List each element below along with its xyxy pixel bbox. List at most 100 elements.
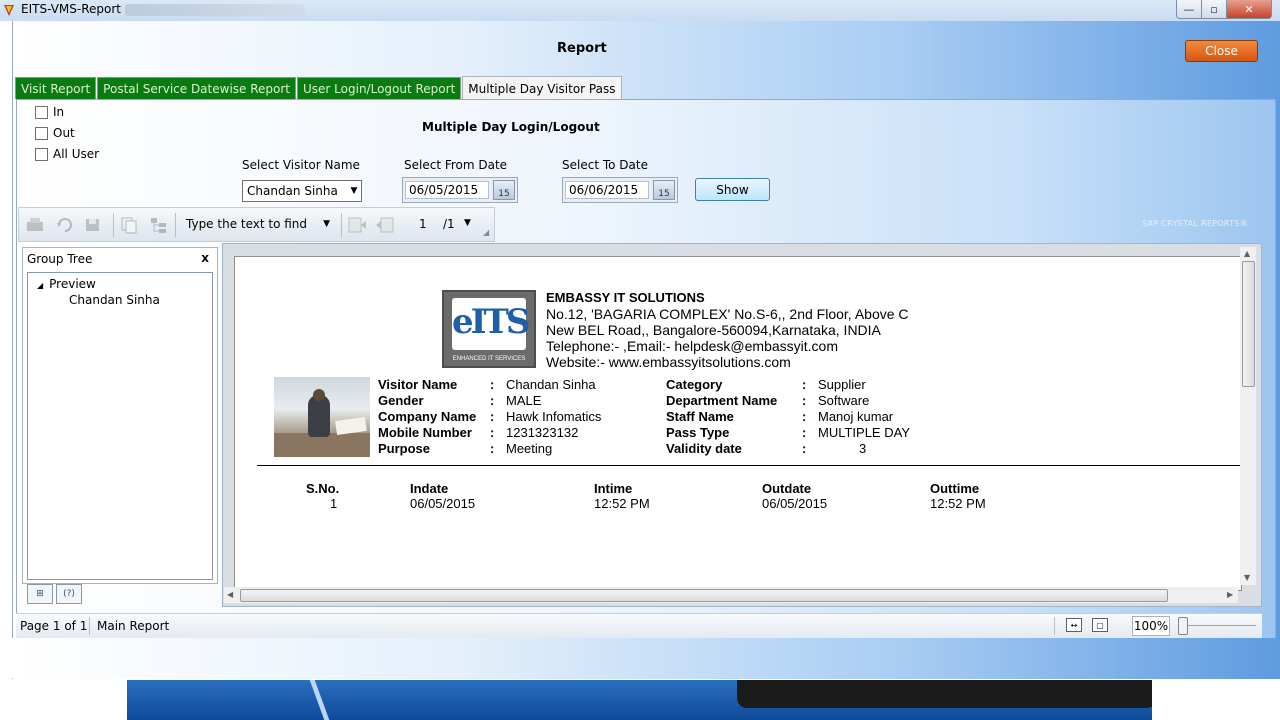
- from-date-input[interactable]: 06/05/2015: [405, 181, 489, 199]
- zoom-slider-track[interactable]: [1181, 625, 1256, 626]
- scroll-left-icon[interactable]: ◀: [227, 590, 233, 599]
- checkbox-all-label: All User: [53, 147, 100, 161]
- maximize-button[interactable]: ▫: [1201, 0, 1227, 19]
- field-colon: :: [490, 441, 495, 456]
- desktop-wallpaper-strip: [127, 680, 1152, 720]
- find-input[interactable]: Type the text to find ▼: [179, 214, 336, 234]
- status-bar: Page 1 of 1 Main Report ↔ ▢ 100%: [16, 613, 1262, 638]
- field-label: Category: [666, 377, 723, 392]
- group-tree-close-button[interactable]: x: [201, 251, 209, 265]
- checkbox-box[interactable]: [35, 105, 48, 119]
- first-page-icon[interactable]: [347, 216, 367, 234]
- calendar-icon[interactable]: 15: [493, 180, 515, 200]
- chevron-down-icon[interactable]: ▼: [464, 218, 471, 228]
- field-colon: :: [802, 393, 807, 408]
- copy-icon[interactable]: [119, 216, 139, 234]
- checkbox-box[interactable]: [35, 126, 48, 140]
- refresh-icon[interactable]: [55, 216, 75, 234]
- horizontal-scroll-thumb[interactable]: [240, 589, 1168, 602]
- table-cell: 06/05/2015: [410, 496, 476, 511]
- table-cell: 12:52 PM: [930, 496, 986, 511]
- group-tree-panel: Group Tree x ◢ Preview Chandan Sinha: [22, 247, 218, 584]
- vertical-scroll-thumb[interactable]: [1242, 261, 1255, 387]
- calendar-icon[interactable]: 15: [653, 180, 675, 200]
- status-divider: [89, 617, 90, 635]
- checkbox-in-label: In: [53, 105, 65, 119]
- toolbar-divider: [113, 213, 114, 237]
- visitor-photo: [274, 377, 370, 457]
- status-report-name: Main Report: [97, 619, 170, 633]
- scroll-down-icon[interactable]: ▼: [1244, 573, 1250, 582]
- table-cell: 12:52 PM: [594, 496, 650, 511]
- vertical-scrollbar[interactable]: ▲ ▼: [1240, 247, 1256, 585]
- table-header: Outtime: [930, 481, 980, 496]
- tab-user-login-logout[interactable]: User Login/Logout Report: [297, 77, 462, 99]
- tab-postal-service[interactable]: Postal Service Datewise Report: [97, 77, 297, 99]
- app-logo-icon: [4, 5, 14, 16]
- find-placeholder: Type the text to find: [186, 217, 308, 231]
- show-button[interactable]: Show: [695, 178, 770, 201]
- toolbar-resize-grip-icon[interactable]: ◢: [483, 228, 489, 237]
- fit-page-icon[interactable]: ▢: [1092, 618, 1108, 632]
- crystal-reports-brand: SAP CRYSTAL REPORTS®: [1142, 219, 1249, 228]
- fit-width-icon[interactable]: ↔: [1066, 618, 1082, 632]
- keyboard-image: [737, 680, 1152, 708]
- tree-expand-icon[interactable]: ◢: [37, 281, 43, 290]
- tab-multiple-day-visitor-pass[interactable]: Multiple Day Visitor Pass: [462, 76, 622, 100]
- from-date-picker[interactable]: 06/05/2015 15: [402, 177, 518, 203]
- close-button[interactable]: Close: [1185, 40, 1258, 62]
- page-number-input[interactable]: 1: [419, 217, 427, 231]
- chevron-down-icon[interactable]: ▼: [347, 186, 361, 196]
- company-logo: eITS ENHANCED IT SERVICES: [442, 290, 536, 368]
- group-tree-tab-button[interactable]: ⊞: [27, 584, 53, 604]
- window-titlebar: EITS-VMS-Report — ▫ ✕: [0, 0, 1280, 21]
- to-date-input[interactable]: 06/06/2015: [565, 181, 649, 199]
- zoom-slider-thumb[interactable]: [1178, 617, 1188, 635]
- report-tabs: Visit Report Postal Service Datewise Rep…: [15, 76, 623, 100]
- window-title: EITS-VMS-Report: [21, 2, 121, 16]
- field-value: Chandan Sinha: [506, 377, 596, 392]
- from-date-label: Select From Date: [404, 158, 508, 172]
- scroll-up-icon[interactable]: ▲: [1244, 249, 1250, 258]
- scroll-right-icon[interactable]: ▶: [1227, 590, 1233, 599]
- page-title: Report: [557, 41, 607, 56]
- field-colon: :: [802, 377, 807, 392]
- parameter-panel-button[interactable]: (?): [56, 584, 82, 604]
- minimize-icon: —: [1183, 2, 1195, 16]
- window-title-blurred: [125, 4, 305, 16]
- logo-subtext: ENHANCED IT SERVICES: [452, 356, 526, 362]
- checkbox-in[interactable]: In: [35, 105, 64, 119]
- horizontal-scrollbar[interactable]: ◀ ▶: [224, 587, 1238, 603]
- page-count: /1: [443, 217, 455, 231]
- tree-node-visitor[interactable]: Chandan Sinha: [69, 293, 160, 307]
- export-icon[interactable]: [25, 216, 45, 234]
- zoom-level[interactable]: 100%: [1132, 616, 1170, 636]
- minimize-button[interactable]: —: [1176, 0, 1202, 19]
- checkbox-out[interactable]: Out: [35, 126, 75, 140]
- field-value: Meeting: [506, 441, 553, 456]
- report-toolbar: Type the text to find ▼ 1 /1 ▼ ◢: [18, 207, 495, 242]
- field-value: Hawk Infomatics: [506, 409, 602, 424]
- to-date-picker[interactable]: 06/06/2015 15: [562, 177, 678, 203]
- field-label: Department Name: [666, 393, 778, 408]
- table-header: Outdate: [762, 481, 812, 496]
- tab-visit-report[interactable]: Visit Report: [15, 77, 97, 99]
- visitor-name-label: Select Visitor Name: [242, 158, 360, 172]
- tree-icon: ⊞: [36, 589, 44, 599]
- company-name: EMBASSY IT SOLUTIONS: [546, 290, 705, 305]
- field-label: Pass Type: [666, 425, 730, 440]
- print-icon[interactable]: [83, 216, 103, 234]
- checkbox-all-user[interactable]: All User: [35, 147, 99, 161]
- tree-node-preview[interactable]: ◢ Preview: [37, 277, 96, 291]
- checkbox-out-label: Out: [53, 126, 75, 140]
- window-close-button[interactable]: ✕: [1226, 0, 1272, 19]
- table-header: Indate: [410, 481, 449, 496]
- visitor-name-select[interactable]: Chandan Sinha ▼: [242, 180, 362, 202]
- field-value: Manoj kumar: [818, 409, 894, 424]
- next-page-icon[interactable]: [375, 216, 395, 234]
- group-tree-toggle-icon[interactable]: [149, 216, 169, 234]
- chevron-down-icon[interactable]: ▼: [323, 219, 336, 229]
- field-label: Gender: [378, 393, 424, 408]
- company-address-1: No.12, 'BAGARIA COMPLEX' No.S-6,, 2nd Fl…: [546, 306, 909, 322]
- checkbox-box[interactable]: [35, 147, 48, 161]
